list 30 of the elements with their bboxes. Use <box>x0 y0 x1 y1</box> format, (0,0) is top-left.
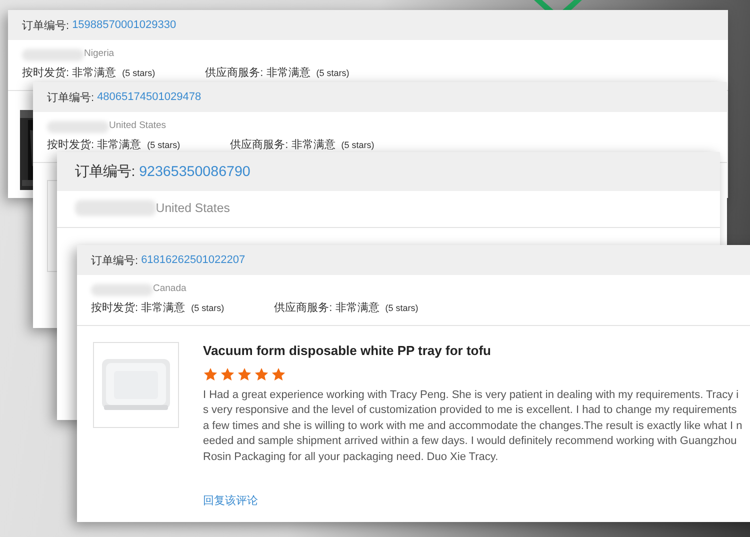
product-title: Vacuum form disposable white PP tray for tofu <box>203 342 492 358</box>
buyer-country: Canada <box>153 284 186 295</box>
buyer-country: United States <box>109 121 166 132</box>
order-number: 48065174501029478 <box>97 91 202 103</box>
order-label: 订单编号: <box>22 18 70 32</box>
blurred-name <box>91 284 153 296</box>
star-icon <box>237 366 252 382</box>
order-label: 订单编号: <box>75 163 136 181</box>
star-icon <box>254 366 269 382</box>
rating-text: 按时发货: 非常满意 (5 stars) <box>22 67 156 80</box>
order-number: 92365350086790 <box>139 164 250 180</box>
review-text: I Had a great experience working with Tracy Peng. She is very patient in dealing with my requirements. Tracy is very responsive and the level of customization provided to me is excellent. I had to change my requirements a few times and she is willing to work with me and accommodate the changes.The result is exactly like what I needed and sample shipment arrived within a few days. I would definitely recommend working with Guangzhou Rosin Packaging for all your packaging need. Duo Xie Tracy. <box>203 388 743 465</box>
order-number: 61816262501022207 <box>141 254 246 266</box>
reply-link[interactable]: 回复该评论 <box>203 493 258 508</box>
order-label: 订单编号: <box>91 254 138 268</box>
order-label: 订单编号: <box>47 90 94 104</box>
order-number: 15988570001029330 <box>72 19 176 31</box>
buyer-country: Nigeria <box>84 49 114 60</box>
rating-text: 按时发货: 非常满意 (5 stars) <box>47 139 180 152</box>
rating-text: 供应商服务: 非常满意 (5 stars) <box>230 139 374 152</box>
rating-text: 供应商服务: 非常满意 (5 stars) <box>274 302 418 315</box>
star-icon <box>203 366 218 382</box>
star-icon <box>220 366 235 382</box>
rating-text: 按时发货: 非常满意 (5 stars) <box>91 302 224 315</box>
star-icon <box>271 366 286 382</box>
blurred-name <box>47 120 109 132</box>
blurred-name <box>22 48 84 60</box>
chevron-icon <box>534 0 582 10</box>
rating-text: 供应商服务: 非常满意 (5 stars) <box>205 67 350 80</box>
buyer-country: United States <box>156 201 230 216</box>
